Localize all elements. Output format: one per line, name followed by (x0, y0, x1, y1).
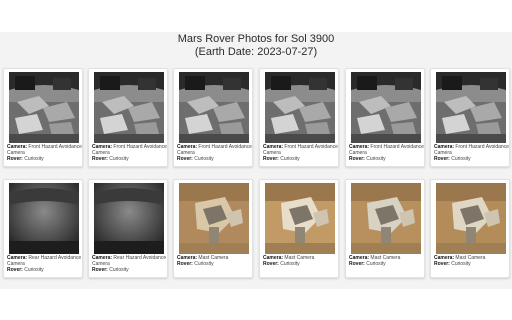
rover-photo[interactable] (94, 183, 164, 254)
rover-value: Curiosity (278, 156, 300, 162)
rover-line: Rover: Curiosity (7, 267, 83, 273)
photo-card[interactable]: Camera: Mast Camera Rover: Curiosity (345, 179, 425, 278)
rover-label: Rover: (92, 156, 108, 162)
photo-caption: Camera: Mast Camera Rover: Curiosity (263, 255, 339, 267)
photo-card[interactable]: Camera: Front Hazard Avoidance Camera Rov… (173, 68, 253, 167)
photo-card[interactable]: Camera: Front Hazard Avoidance Camera Rov… (88, 68, 168, 167)
rover-value: Curiosity (449, 261, 471, 267)
camera-line: Camera: Front Hazard Avoidance Camera (263, 144, 339, 156)
rover-photo[interactable] (9, 183, 79, 254)
rover-line: Rover: Curiosity (263, 261, 339, 267)
photo-card[interactable]: Camera: Front Hazard Avoidance Camera Rov… (345, 68, 425, 167)
photo-caption: Camera: Rear Hazard Avoidance Camera Rove… (7, 255, 83, 273)
rover-photo[interactable] (265, 72, 335, 143)
camera-line: Camera: Front Hazard Avoidance Camera (177, 144, 253, 156)
rover-label: Rover: (92, 267, 108, 273)
rover-line: Rover: Curiosity (7, 156, 83, 162)
camera-line: Camera: Rear Hazard Avoidance Camera (7, 255, 83, 267)
rover-value: Curiosity (107, 156, 129, 162)
photo-caption: Camera: Mast Camera Rover: Curiosity (349, 255, 425, 267)
photo-caption: Camera: Mast Camera Rover: Curiosity (177, 255, 253, 267)
photo-caption: Camera: Front Hazard Avoidance Camera Rov… (177, 144, 253, 162)
rover-line: Rover: Curiosity (177, 156, 253, 162)
bottom-bar (0, 289, 512, 320)
photo-card[interactable]: Camera: Front Hazard Avoidance Camera Rov… (430, 68, 510, 167)
rover-value: Curiosity (192, 261, 214, 267)
rover-label: Rover: (349, 261, 365, 267)
rover-label: Rover: (7, 156, 23, 162)
photo-caption: Camera: Front Hazard Avoidance Camera Rov… (7, 144, 83, 162)
rover-photo[interactable] (179, 183, 249, 254)
rover-value: Curiosity (364, 156, 386, 162)
rover-line: Rover: Curiosity (349, 156, 425, 162)
photo-caption: Camera: Front Hazard Avoidance Camera Rov… (92, 144, 168, 162)
camera-line: Camera: Rear Hazard Avoidance Camera (92, 255, 168, 267)
rover-label: Rover: (177, 156, 193, 162)
rover-value: Curiosity (107, 267, 129, 273)
photo-card[interactable]: Camera: Mast Camera Rover: Curiosity (259, 179, 339, 278)
camera-line: Camera: Front Hazard Avoidance Camera (7, 144, 83, 156)
rover-value: Curiosity (364, 261, 386, 267)
rover-line: Rover: Curiosity (92, 267, 168, 273)
photo-caption: Camera: Front Hazard Avoidance Camera Rov… (434, 144, 510, 162)
rover-photo[interactable] (351, 72, 421, 143)
rover-photo[interactable] (265, 183, 335, 254)
rover-line: Rover: Curiosity (349, 261, 425, 267)
rover-label: Rover: (263, 261, 279, 267)
photo-caption: Camera: Rear Hazard Avoidance Camera Rove… (92, 255, 168, 273)
rover-value: Curiosity (278, 261, 300, 267)
rover-label: Rover: (177, 261, 193, 267)
photo-card[interactable]: Camera: Mast Camera Rover: Curiosity (430, 179, 510, 278)
camera-line: Camera: Front Hazard Avoidance Camera (434, 144, 510, 156)
rover-photo[interactable] (351, 183, 421, 254)
rover-value: Curiosity (192, 156, 214, 162)
rover-label: Rover: (434, 261, 450, 267)
camera-line: Camera: Front Hazard Avoidance Camera (349, 144, 425, 156)
photo-card[interactable]: Camera: Front Hazard Avoidance Camera Rov… (259, 68, 339, 167)
rover-value: Curiosity (449, 156, 471, 162)
rover-photo[interactable] (436, 72, 506, 143)
rover-line: Rover: Curiosity (92, 156, 168, 162)
photo-caption: Camera: Mast Camera Rover: Curiosity (434, 255, 510, 267)
rover-label: Rover: (7, 267, 23, 273)
rover-line: Rover: Curiosity (263, 156, 339, 162)
rover-line: Rover: Curiosity (434, 156, 510, 162)
rover-label: Rover: (349, 156, 365, 162)
photo-caption: Camera: Front Hazard Avoidance Camera Rov… (349, 144, 425, 162)
photo-card[interactable]: Camera: Rear Hazard Avoidance Camera Rove… (3, 179, 83, 278)
rover-photo[interactable] (9, 72, 79, 143)
photo-caption: Camera: Front Hazard Avoidance Camera Rov… (263, 144, 339, 162)
rover-label: Rover: (434, 156, 450, 162)
camera-line: Camera: Front Hazard Avoidance Camera (92, 144, 168, 156)
rover-photo[interactable] (94, 72, 164, 143)
rover-line: Rover: Curiosity (434, 261, 510, 267)
rover-photo[interactable] (179, 72, 249, 143)
photo-card[interactable]: Camera: Front Hazard Avoidance Camera Rov… (3, 68, 83, 167)
rover-photo[interactable] (436, 183, 506, 254)
photo-card[interactable]: Camera: Mast Camera Rover: Curiosity (173, 179, 253, 278)
rover-line: Rover: Curiosity (177, 261, 253, 267)
photo-grid: Camera: Front Hazard Avoidance Camera Rov… (0, 0, 512, 320)
rover-value: Curiosity (22, 267, 44, 273)
photo-card[interactable]: Camera: Rear Hazard Avoidance Camera Rove… (88, 179, 168, 278)
rover-value: Curiosity (22, 156, 44, 162)
rover-label: Rover: (263, 156, 279, 162)
